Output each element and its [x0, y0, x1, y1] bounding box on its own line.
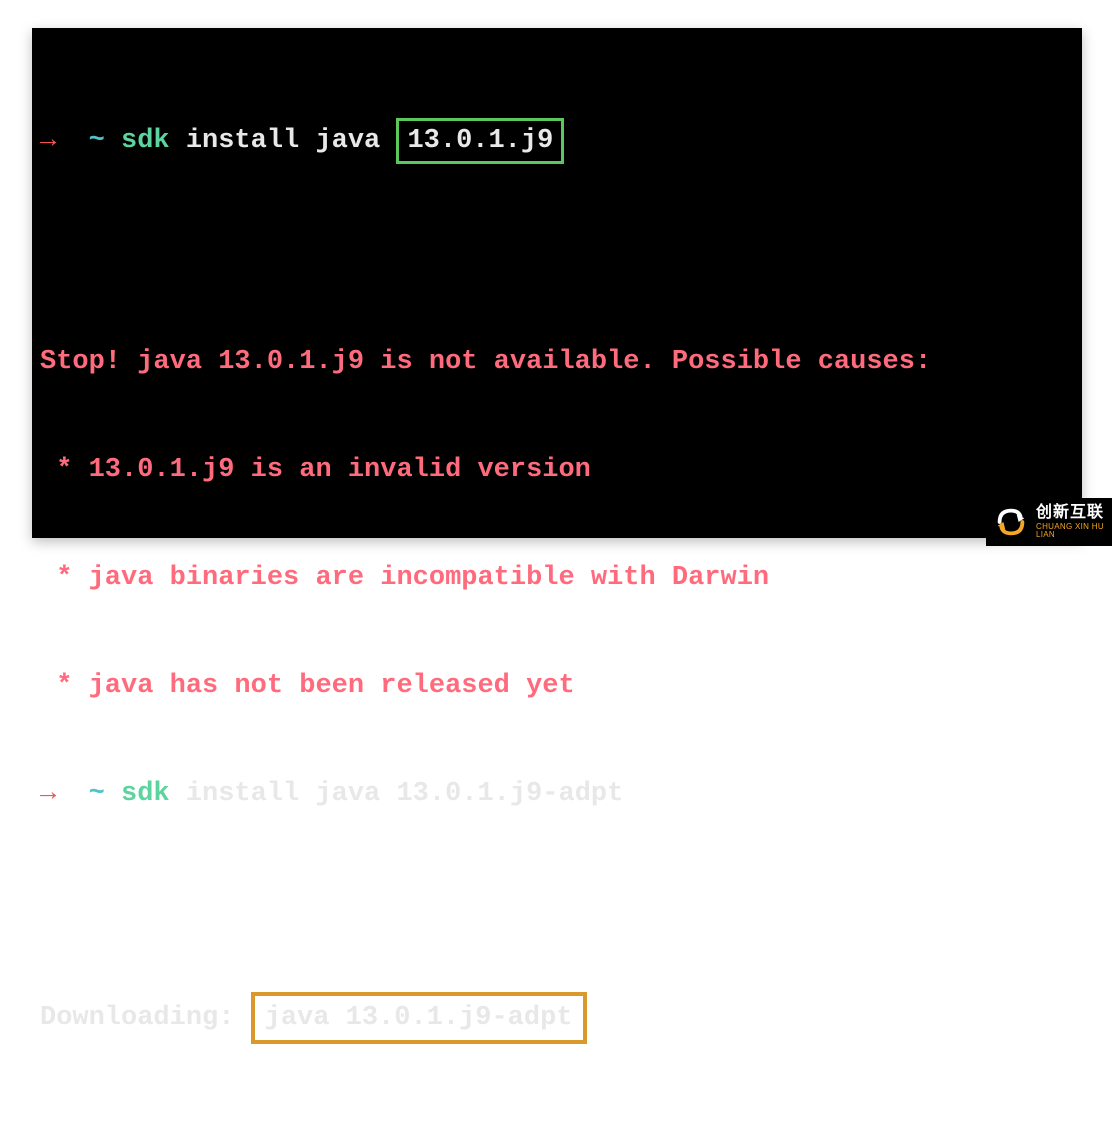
error-line-3: * java binaries are incompatible with Da… [40, 560, 1074, 596]
error-line-1: Stop! java 13.0.1.j9 is not available. P… [40, 344, 1074, 380]
command-line-2: → ~ sdk install java 13.0.1.j9-adpt [40, 776, 1074, 812]
highlight-package-orange: java 13.0.1.j9-adpt [251, 992, 587, 1044]
watermark-badge: 创新互联 CHUANG XIN HU LIAN [986, 498, 1112, 546]
error-line-2: * 13.0.1.j9 is an invalid version [40, 452, 1074, 488]
command-line-1: → ~ sdk install java 13.0.1.j9 [40, 118, 1074, 164]
error-line-4: * java has not been released yet [40, 668, 1074, 704]
logo-icon [992, 503, 1030, 541]
command-sdk: sdk [121, 779, 170, 809]
prompt-arrow: → [40, 126, 56, 156]
terminal-output: → ~ sdk install java 13.0.1.j9 Stop! jav… [40, 46, 1074, 1136]
logo-text: 创新互联 CHUANG XIN HU LIAN [1036, 505, 1106, 539]
terminal-window: → ~ sdk install java 13.0.1.j9 Stop! jav… [32, 28, 1082, 538]
command-args: install java [170, 126, 397, 156]
prompt-tilde: ~ [56, 126, 121, 156]
download-line: Downloading: java 13.0.1.j9-adpt [40, 992, 1074, 1044]
command-args: install java 13.0.1.j9-adpt [170, 779, 624, 809]
command-sdk: sdk [121, 126, 170, 156]
prompt-arrow: → [40, 779, 56, 809]
prompt-tilde: ~ [56, 779, 121, 809]
logo-text-en: CHUANG XIN HU LIAN [1036, 523, 1106, 539]
download-prefix: Downloading: [40, 1003, 251, 1033]
logo-text-cn: 创新互联 [1036, 505, 1106, 521]
highlight-version-green: 13.0.1.j9 [396, 118, 564, 164]
